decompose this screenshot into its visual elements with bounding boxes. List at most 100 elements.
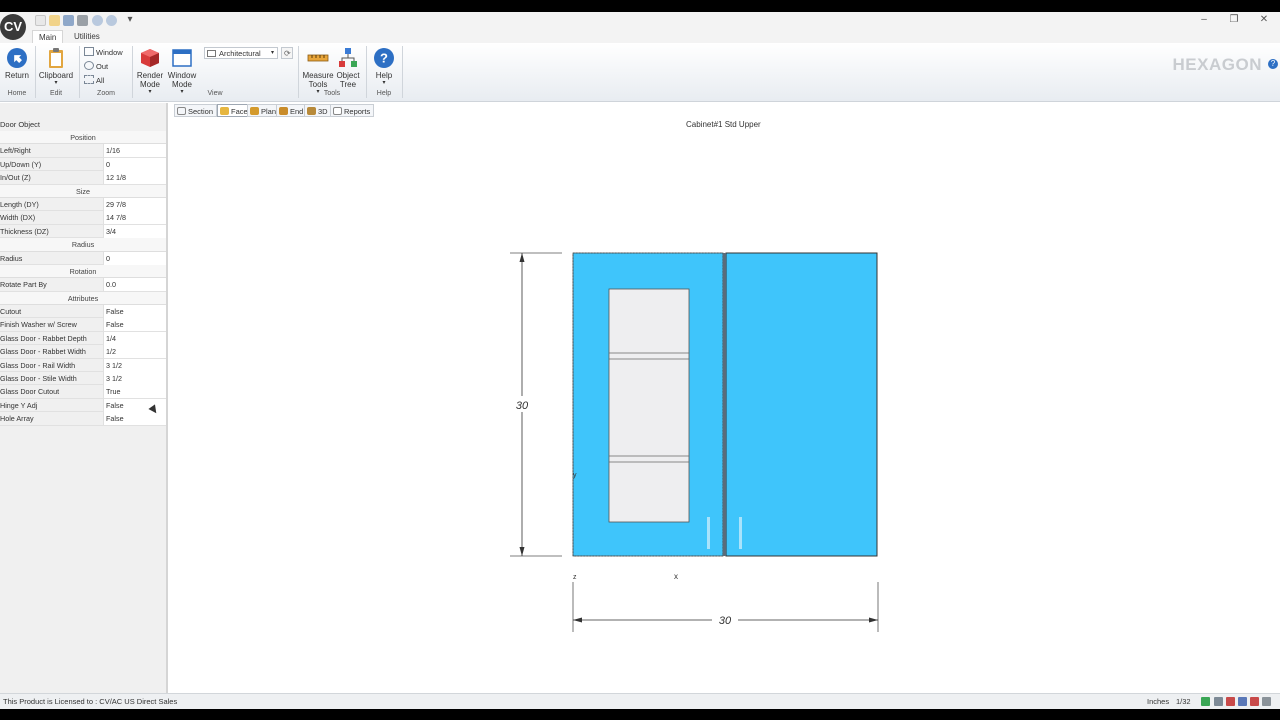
tab-3d[interactable]: 3D — [304, 104, 332, 117]
new-file-icon[interactable] — [35, 15, 46, 26]
property-row[interactable]: Length (DY) 29 7/8 — [0, 197, 166, 212]
ortho-icon[interactable] — [1214, 697, 1223, 706]
axis-x-label: x — [674, 572, 678, 581]
glass-panel[interactable] — [608, 288, 690, 523]
property-key: In/Out (Z) — [0, 173, 31, 183]
property-key: Left/Right — [0, 146, 31, 156]
object-tree-button[interactable]: Object Tree — [335, 47, 361, 89]
property-row[interactable]: Glass Door - Stile Width 3 1/2 — [0, 372, 166, 386]
category-radius[interactable]: Radius — [0, 238, 166, 252]
property-value[interactable]: 1/2 — [103, 345, 166, 359]
category-rotation[interactable]: Rotation — [0, 264, 166, 279]
property-row[interactable]: Finish Washer w/ Screw False — [0, 318, 166, 332]
property-row[interactable]: Left/Right 1/16 — [0, 144, 166, 158]
property-row[interactable]: Cutout False — [0, 305, 166, 319]
tab-section[interactable]: Section — [174, 104, 218, 117]
property-value[interactable]: 3/4 — [103, 224, 166, 238]
tab-reports[interactable]: Reports — [330, 104, 375, 117]
zoom-extents-icon[interactable] — [1262, 697, 1271, 706]
property-value[interactable]: 0 — [103, 251, 166, 265]
refresh-view-button[interactable]: ⟳ — [281, 47, 293, 59]
tab-face-label: Face — [231, 107, 248, 116]
property-row[interactable]: Width (DX) 14 7/8 — [0, 211, 166, 225]
minimize-button[interactable]: – — [1196, 13, 1212, 27]
height-dimension-arrow-bottom — [519, 547, 525, 556]
customize-toolbar-icon[interactable]: ▾ — [122, 13, 138, 27]
property-key: Hole Array — [0, 414, 34, 424]
width-dimension-arrow-right — [869, 617, 878, 623]
window-mode-icon — [172, 49, 192, 67]
print-icon[interactable] — [77, 15, 88, 26]
undo-icon[interactable] — [92, 15, 103, 26]
property-value[interactable]: 1/16 — [103, 144, 166, 158]
property-key: Thickness (DZ) — [0, 226, 49, 236]
help-button[interactable]: ? Help ▾ — [370, 47, 398, 86]
window-mode-button[interactable]: Window Mode ▾ — [166, 47, 198, 95]
group-label-tools: Tools — [323, 90, 341, 97]
tab-end[interactable]: End — [276, 104, 308, 117]
property-value[interactable]: 1/4 — [103, 331, 166, 345]
grid-toggle-icon[interactable] — [1238, 697, 1247, 706]
property-row[interactable]: Hole Array False — [0, 412, 166, 426]
return-button[interactable]: Return — [4, 47, 30, 80]
help-circle-icon[interactable]: ? — [1268, 59, 1278, 69]
property-row[interactable]: Up/Down (Y) 0 — [0, 157, 166, 172]
category-attributes[interactable]: Attributes — [0, 291, 166, 306]
zoom-out-button[interactable]: Out — [84, 61, 108, 73]
property-value[interactable]: 12 1/8 — [103, 171, 166, 185]
property-value[interactable]: True — [103, 385, 166, 399]
property-row[interactable]: Glass Door - Rabbet Width 1/2 — [0, 345, 166, 359]
tab-reports-label: Reports — [344, 107, 371, 116]
open-folder-icon[interactable] — [49, 15, 60, 26]
property-row[interactable]: Glass Door - Rail Width 3 1/2 — [0, 358, 166, 373]
cad-drawing-canvas[interactable]: 30 y z x 30 — [170, 117, 1278, 692]
property-row[interactable]: In/Out (Z) 12 1/8 — [0, 171, 166, 185]
zoom-window-button[interactable]: Window — [84, 47, 123, 59]
close-button[interactable]: ✕ — [1256, 13, 1272, 27]
property-value[interactable]: False — [103, 318, 166, 332]
snap-grid-icon[interactable] — [1201, 697, 1210, 706]
tab-plan-label: Plan — [261, 107, 277, 116]
property-key: Rotate Part By — [0, 280, 47, 290]
view-style-value: Architectural — [219, 49, 261, 58]
property-row[interactable]: Glass Door Cutout True — [0, 385, 166, 399]
object-tree-label: Object Tree — [336, 71, 360, 89]
tab-utilities[interactable]: Utilities — [68, 30, 106, 43]
layers-icon[interactable] — [1226, 697, 1235, 706]
right-door[interactable] — [725, 252, 878, 557]
property-value[interactable]: 29 7/8 — [103, 197, 166, 211]
category-position[interactable]: Position — [0, 131, 166, 145]
property-row[interactable]: Glass Door - Rabbet Depth 1/4 — [0, 331, 166, 346]
precision-indicator[interactable]: 1/32 — [1176, 697, 1191, 706]
right-door-handle — [739, 517, 742, 549]
property-value[interactable]: 0.0 — [103, 278, 166, 292]
clipboard-button[interactable]: Clipboard ▾ — [38, 47, 74, 86]
property-key: Glass Door - Rabbet Width — [0, 347, 86, 357]
property-value[interactable]: 3 1/2 — [103, 372, 166, 386]
property-row[interactable]: Thickness (DZ) 3/4 — [0, 224, 166, 239]
save-icon[interactable] — [63, 15, 74, 26]
property-row[interactable]: Radius 0 — [0, 251, 166, 265]
measure-tools-button[interactable]: Measure Tools ▾ — [302, 47, 334, 95]
render-mode-button[interactable]: Render Mode ▾ — [135, 47, 165, 95]
property-row[interactable]: Hinge Y Adj False — [0, 398, 166, 413]
property-value[interactable]: False — [103, 412, 166, 426]
tab-main[interactable]: Main — [32, 30, 64, 43]
property-row[interactable]: Rotate Part By 0.0 — [0, 278, 166, 292]
view-style-dropdown[interactable]: Architectural ▾ — [204, 47, 278, 59]
units-indicator[interactable]: Inches — [1147, 697, 1169, 706]
clipboard-label: Clipboard — [38, 71, 74, 80]
redo-icon[interactable] — [106, 15, 117, 26]
restore-button[interactable]: ❐ — [1226, 13, 1242, 27]
zoom-all-button[interactable]: All — [84, 75, 104, 87]
ribbon: Return Home Clipboard ▾ Edit Window Out … — [0, 43, 1280, 102]
3d-view-icon — [307, 107, 316, 115]
face-view-icon — [220, 107, 229, 115]
settings-icon[interactable] — [1250, 697, 1259, 706]
app-logo[interactable]: CV — [0, 14, 26, 40]
property-value[interactable]: 0 — [103, 157, 166, 171]
property-value[interactable]: 3 1/2 — [103, 358, 166, 372]
property-value[interactable]: False — [103, 305, 166, 319]
category-size[interactable]: Size — [0, 184, 166, 198]
property-value[interactable]: 14 7/8 — [103, 211, 166, 225]
